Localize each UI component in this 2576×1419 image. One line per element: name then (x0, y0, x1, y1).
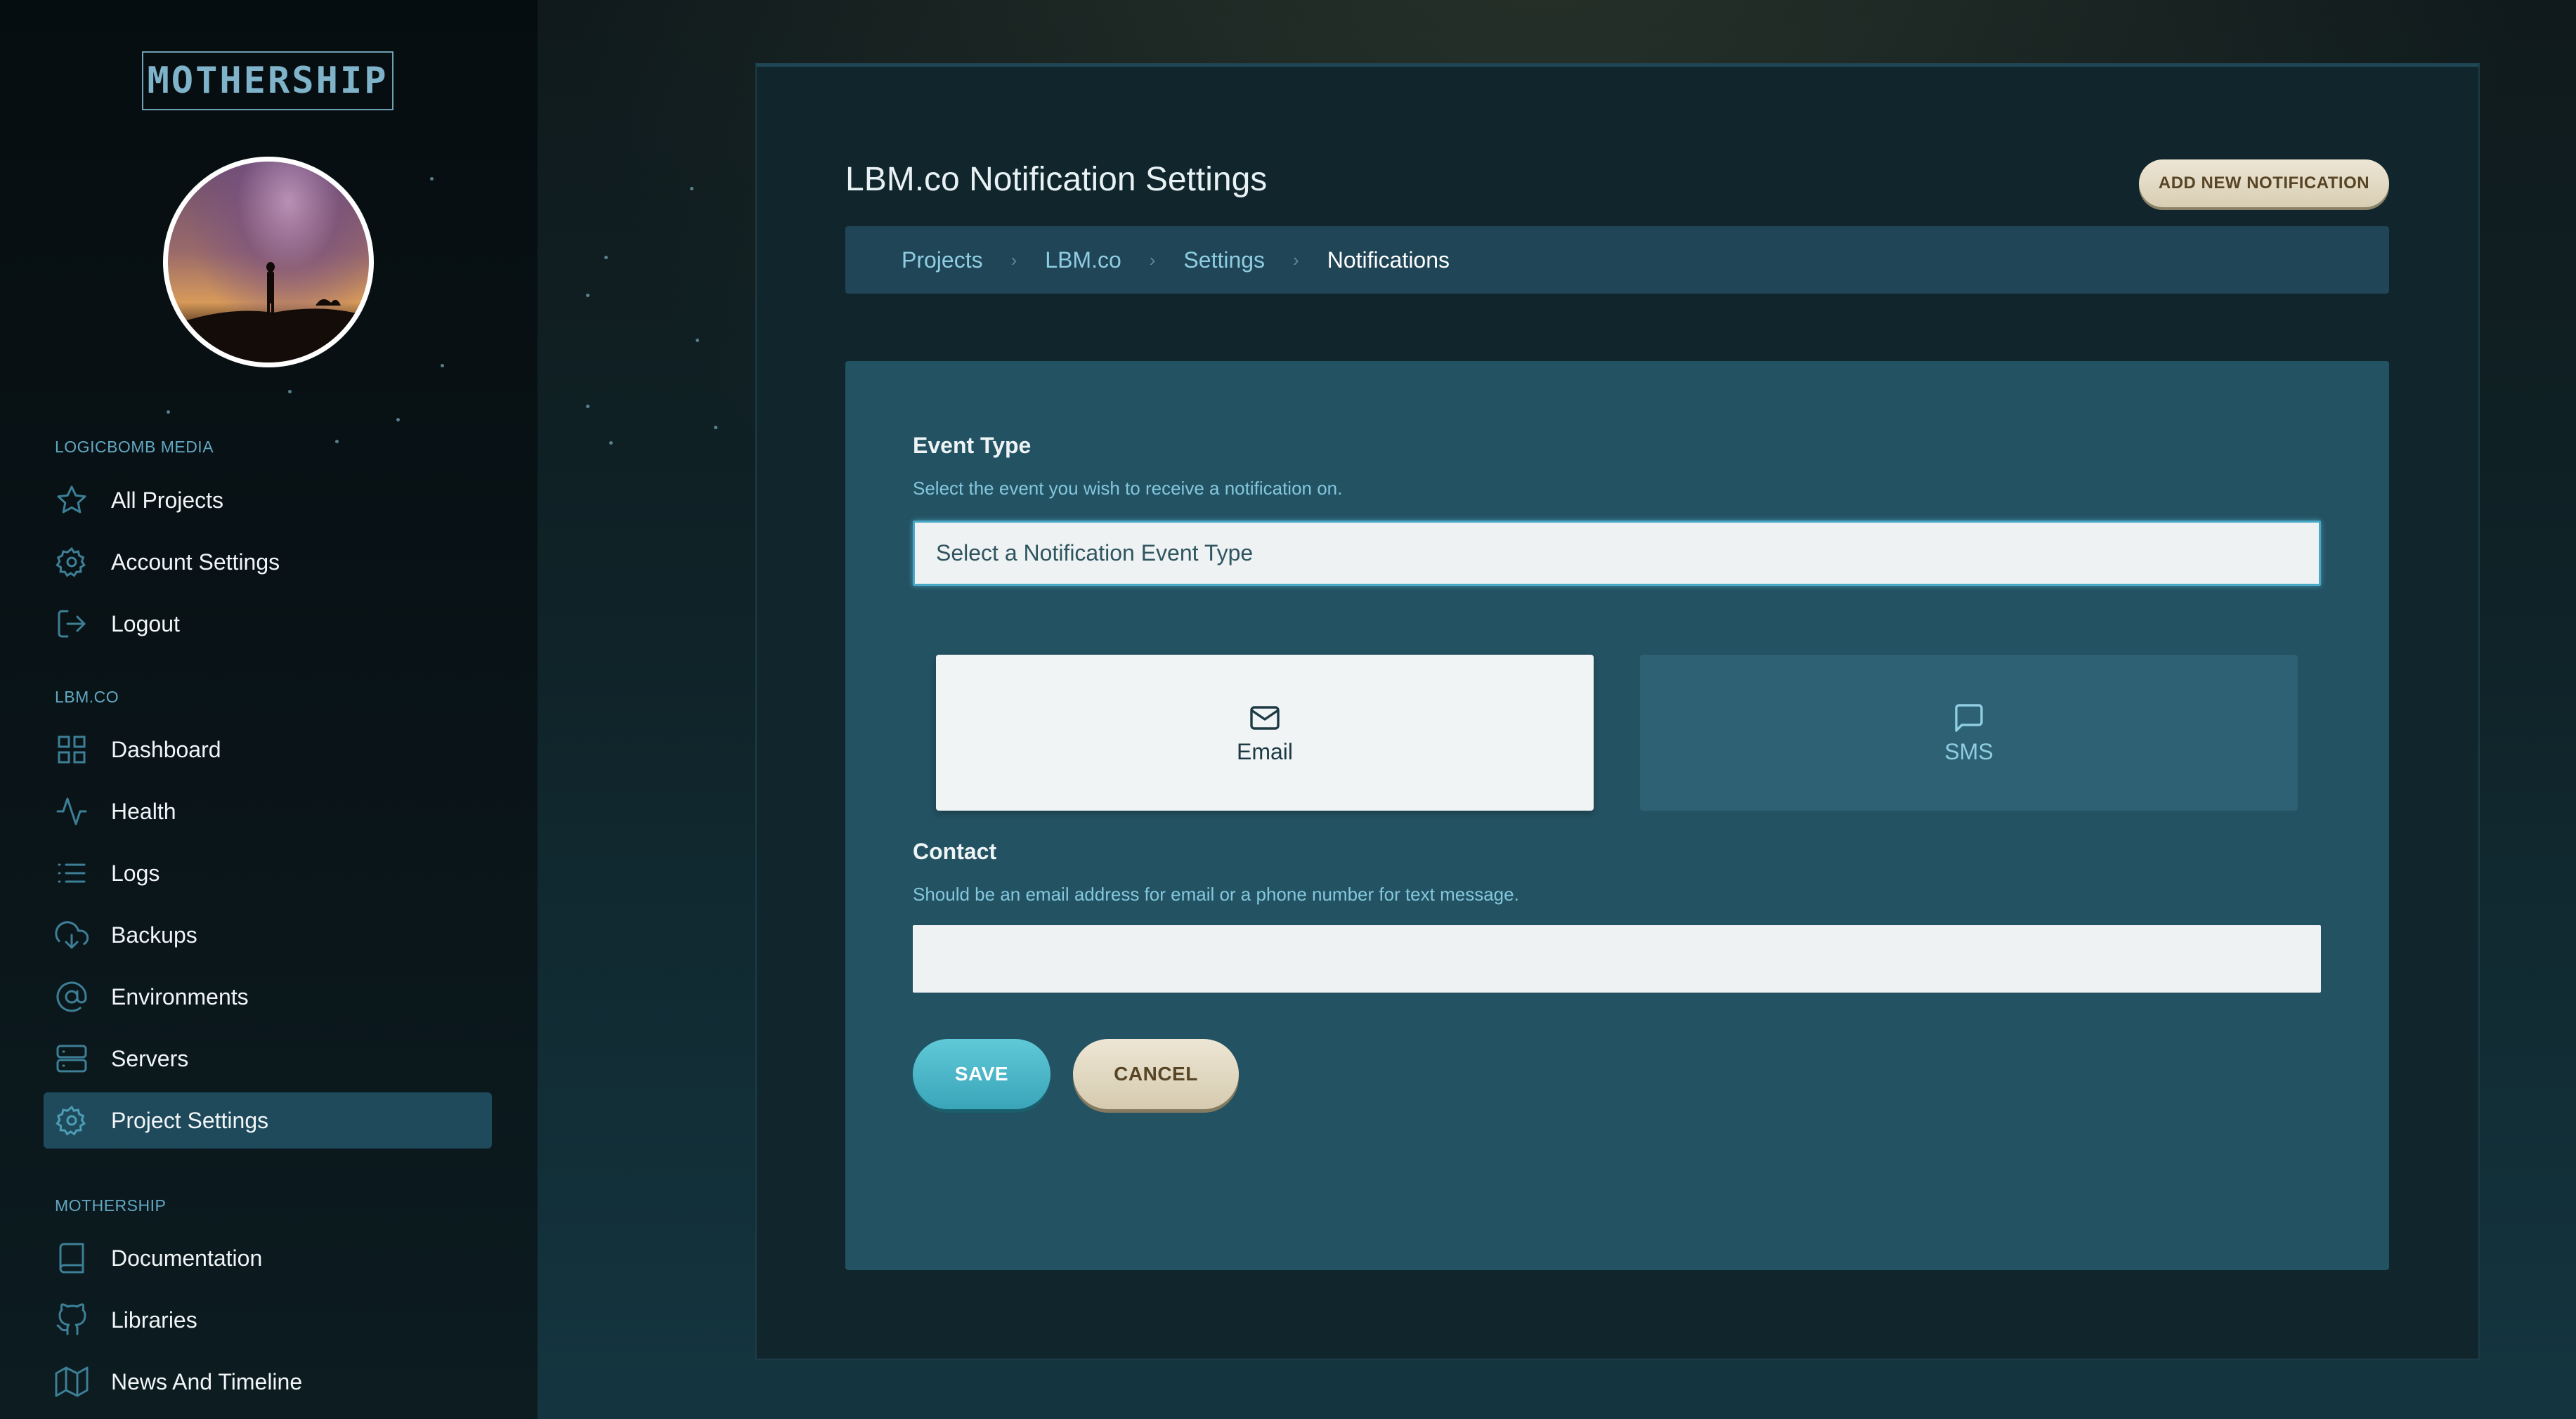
decorative-star (714, 426, 717, 429)
save-button[interactable]: SAVE (913, 1039, 1050, 1109)
cancel-button[interactable]: CANCEL (1073, 1039, 1239, 1109)
decorative-star (167, 410, 170, 414)
decorative-star (690, 187, 694, 190)
sidebar-item-label: Backups (111, 922, 197, 948)
mothership-logo[interactable]: MOTHERSHIP (142, 51, 393, 110)
book-icon (55, 1241, 89, 1275)
event-type-select[interactable]: Select a Notification Event Type (913, 521, 2321, 586)
breadcrumb-notifications: Notifications (1327, 247, 1450, 273)
sidebar-item-account-settings[interactable]: Account Settings (44, 534, 492, 590)
decorative-star (430, 177, 434, 181)
sidebar: MOTHERSHIP LOGICBOMB MEDIA All Projects … (0, 0, 538, 1419)
sidebar-item-label: News And Timeline (111, 1368, 303, 1394)
sidebar-item-dashboard[interactable]: Dashboard (44, 721, 492, 778)
decorative-star (396, 418, 400, 421)
sidebar-item-label: Environments (111, 983, 249, 1009)
add-new-notification-button[interactable]: ADD NEW NOTIFICATION (2139, 159, 2389, 207)
sidebar-item-label: Libraries (111, 1307, 197, 1333)
map-icon (55, 1365, 89, 1399)
avatar[interactable] (163, 157, 374, 367)
decorative-star (586, 294, 590, 297)
sms-option-label: SMS (1944, 738, 1993, 764)
sidebar-item-label: Logs (111, 860, 160, 886)
decorative-star (586, 405, 590, 408)
decorative-star (335, 440, 339, 443)
activity-icon (55, 794, 89, 828)
sidebar-item-libraries[interactable]: Libraries (44, 1292, 492, 1348)
logout-icon (55, 607, 89, 641)
contact-label: Contact (913, 839, 997, 864)
sidebar-item-documentation[interactable]: Documentation (44, 1230, 492, 1286)
breadcrumb-settings[interactable]: Settings (1183, 247, 1265, 273)
sidebar-item-health[interactable]: Health (44, 783, 492, 839)
contact-help: Should be an email address for email or … (913, 884, 1519, 905)
breadcrumb-projects[interactable]: Projects (902, 247, 983, 273)
sidebar-item-label: Documentation (111, 1245, 263, 1271)
gear-icon (55, 545, 89, 579)
sidebar-item-all-projects[interactable]: All Projects (44, 472, 492, 528)
sidebar-item-environments[interactable]: Environments (44, 969, 492, 1025)
at-sign-icon (55, 980, 89, 1014)
sms-option[interactable]: SMS (1640, 655, 2298, 811)
decorative-star (696, 339, 699, 342)
page-title: LBM.co Notification Settings (845, 161, 1268, 198)
sidebar-item-logs[interactable]: Logs (44, 845, 492, 901)
gear-icon (55, 1104, 89, 1137)
sidebar-item-label: All Projects (111, 487, 224, 513)
server-icon (55, 1042, 89, 1075)
sidebar-item-servers[interactable]: Servers (44, 1031, 492, 1087)
sidebar-item-label: Account Settings (111, 549, 280, 575)
mail-icon (1248, 701, 1282, 735)
sidebar-item-label: Project Settings (111, 1107, 269, 1133)
chevron-right-icon: › (1149, 249, 1156, 270)
sidebar-item-label: Health (111, 798, 176, 824)
decorative-star (441, 364, 444, 367)
section-title-lbm: LBM.CO (55, 688, 119, 706)
sidebar-item-label: Servers (111, 1045, 189, 1071)
breadcrumb: Projects › LBM.co › Settings › Notificat… (845, 226, 2389, 294)
message-square-icon (1952, 701, 1986, 735)
decorative-star (604, 256, 608, 259)
section-title-logicbomb: LOGICBOMB MEDIA (55, 438, 214, 456)
list-icon (55, 856, 89, 890)
sidebar-item-logout[interactable]: Logout (44, 596, 492, 652)
decorative-star (609, 441, 613, 445)
sidebar-item-label: Dashboard (111, 736, 221, 762)
github-icon (55, 1303, 89, 1337)
email-option[interactable]: Email (936, 655, 1594, 811)
grid-icon (55, 733, 89, 766)
event-type-help: Select the event you wish to receive a n… (913, 478, 1343, 499)
contact-input[interactable] (913, 925, 2321, 993)
event-type-label: Event Type (913, 433, 1032, 458)
decorative-star (288, 390, 292, 393)
sidebar-item-news-and-timeline[interactable]: News And Timeline (44, 1354, 492, 1410)
chevron-right-icon: › (1010, 249, 1017, 270)
breadcrumb-lbm[interactable]: LBM.co (1045, 247, 1121, 273)
section-title-mothership: MOTHERSHIP (55, 1196, 167, 1215)
sidebar-item-label: Logout (111, 610, 180, 636)
sidebar-item-project-settings[interactable]: Project Settings (44, 1092, 492, 1149)
event-type-select-value: Select a Notification Event Type (936, 540, 1254, 565)
sidebar-item-backups[interactable]: Backups (44, 907, 492, 963)
cloud-download-icon (55, 918, 89, 952)
email-option-label: Email (1236, 738, 1293, 764)
star-icon (55, 483, 89, 517)
chevron-right-icon: › (1293, 249, 1299, 270)
